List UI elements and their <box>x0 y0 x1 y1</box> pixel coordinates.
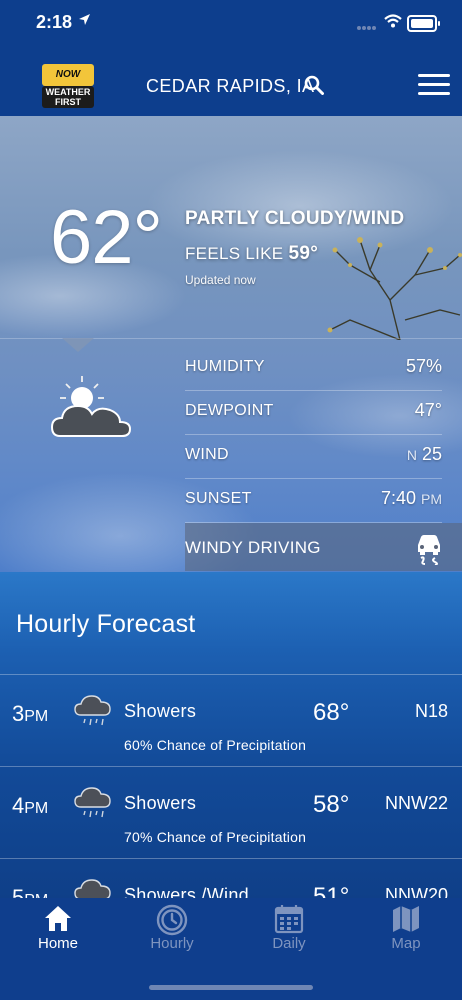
detail-label: SUNSET <box>185 490 252 507</box>
alert-label: WINDY DRIVING <box>185 538 321 557</box>
sunset-ampm: PM <box>421 491 442 507</box>
location-label[interactable]: CEDAR RAPIDS, IA <box>146 76 314 97</box>
detail-label: WIND <box>185 446 229 463</box>
tab-home[interactable]: Home <box>0 898 116 968</box>
detail-value: 47° <box>414 400 442 420</box>
detail-label: HUMIDITY <box>185 358 265 375</box>
map-icon <box>393 906 419 932</box>
hour-condition: Showers <box>124 793 197 813</box>
windy-driving-alert[interactable]: WINDY DRIVING <box>185 523 462 571</box>
tree-branch-decoration <box>327 237 462 340</box>
wifi-icon <box>384 14 402 28</box>
tab-label: Map <box>391 935 421 952</box>
detail-row-sunset: SUNSET 7:40 PM <box>185 478 442 523</box>
detail-row-wind: WIND N 25 <box>185 434 442 479</box>
hourly-row[interactable]: 4PM Showers 58° NNW22 70% Chance of Prec… <box>0 766 462 859</box>
detail-value: 7:40 PM <box>380 488 442 508</box>
current-condition: PARTLY CLOUDY/WIND <box>185 208 405 229</box>
tab-label: Daily <box>272 935 306 952</box>
detail-label: DEWPOINT <box>185 402 274 419</box>
status-time: 2:18 <box>36 12 73 32</box>
wind-direction: N <box>406 447 417 463</box>
search-icon[interactable] <box>304 75 324 95</box>
logo-bottom-line2: FIRST <box>55 97 81 107</box>
tab-label: Hourly <box>150 935 194 952</box>
menu-icon[interactable] <box>418 74 450 96</box>
feels-like-value: 59° <box>288 243 319 264</box>
logo-bottom: WEATHER FIRST <box>42 86 94 108</box>
hour-time: 4PM <box>12 793 49 818</box>
feels-like: FEELS LIKE 59° <box>185 243 318 265</box>
tab-map[interactable]: Map <box>348 898 462 968</box>
showers-icon <box>74 787 111 818</box>
hour-temperature: 68° <box>313 699 350 726</box>
battery-icon <box>407 15 440 32</box>
hour-precip: 70% Chance of Precipitation <box>124 829 307 845</box>
detail-value: N 25 <box>406 444 442 464</box>
logo-top-text: NOW <box>42 64 94 86</box>
feels-like-label: FEELS LIKE <box>185 244 284 263</box>
slippery-car-icon <box>418 535 440 565</box>
signal-icon <box>357 26 376 30</box>
home-indicator <box>149 985 313 990</box>
showers-icon <box>74 695 111 726</box>
detail-row-dewpoint: DEWPOINT 47° <box>185 390 442 435</box>
current-temperature: 62° <box>50 195 163 280</box>
partly-cloudy-icon <box>50 376 132 437</box>
news-now-weather-first-logo: NOW WEATHER FIRST <box>42 64 94 108</box>
hour-condition: Showers <box>124 701 197 721</box>
clock-icon <box>156 904 188 936</box>
hourly-row[interactable]: 3PM Showers 68° N18 60% Chance of Precip… <box>0 674 462 767</box>
tab-hourly[interactable]: Hourly <box>114 898 230 968</box>
calendar-icon <box>274 905 304 934</box>
detail-row-humidity: HUMIDITY 57% <box>185 346 442 391</box>
hour-wind: NNW22 <box>384 793 448 813</box>
hourly-forecast-title: Hourly Forecast <box>16 610 196 638</box>
tab-daily[interactable]: Daily <box>231 898 347 968</box>
location-arrow-icon <box>79 14 90 25</box>
hour-temperature: 58° <box>313 791 350 818</box>
home-icon <box>45 906 71 931</box>
panel-notch <box>62 338 94 352</box>
hour-wind: N18 <box>414 701 448 721</box>
detail-value: 57% <box>405 356 442 376</box>
updated-time: Updated now <box>185 273 256 287</box>
hour-time: 3PM <box>12 701 49 726</box>
hour-precip: 60% Chance of Precipitation <box>124 737 307 753</box>
tab-label: Home <box>37 935 78 952</box>
logo-bottom-line1: WEATHER <box>45 87 91 97</box>
